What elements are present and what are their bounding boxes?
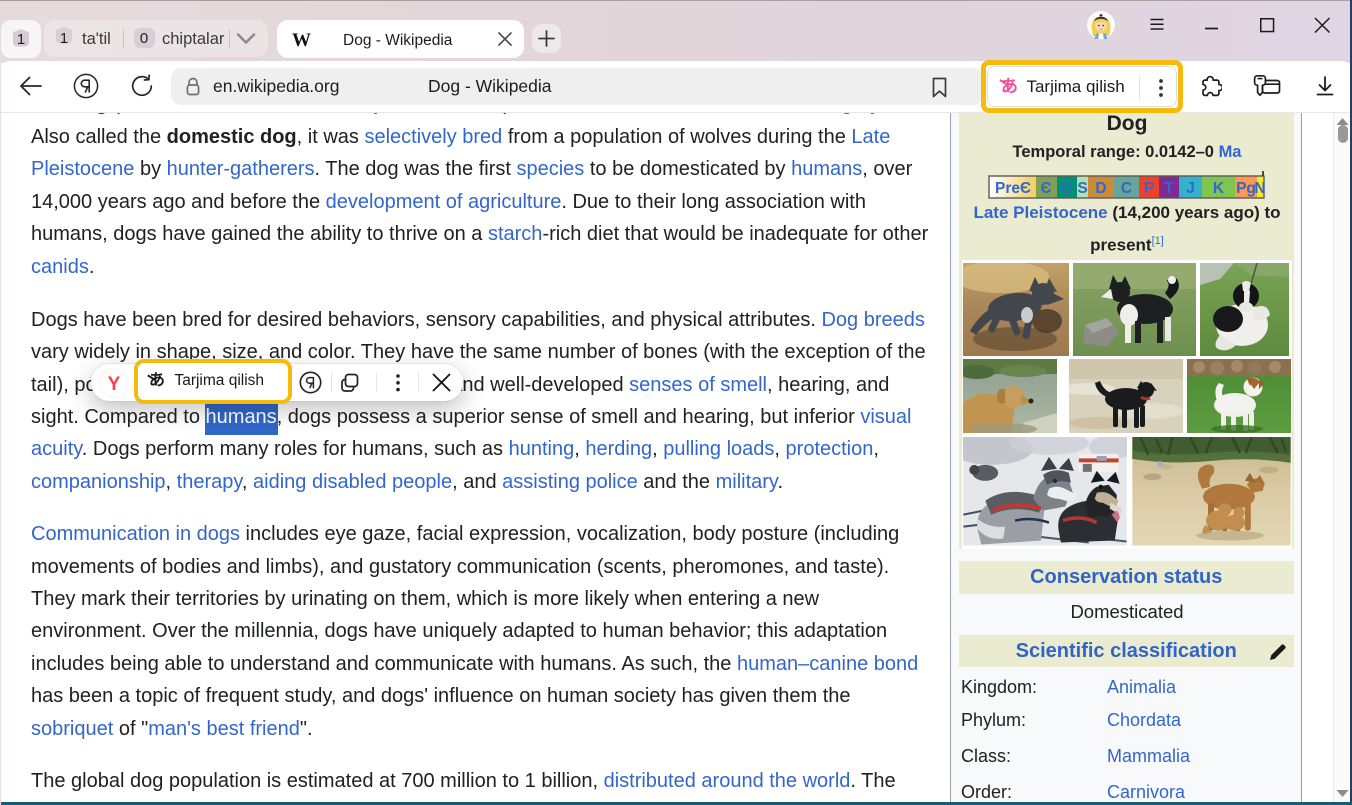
svg-text:1: 1 — [60, 30, 68, 47]
svg-text:K: K — [1213, 180, 1225, 197]
svg-text:Pg: Pg — [1236, 180, 1256, 197]
svg-text:S: S — [1077, 180, 1087, 197]
svg-text:J: J — [1186, 180, 1195, 197]
svg-text:Dog - Wikipedia: Dog - Wikipedia — [343, 32, 453, 49]
svg-text:O: O — [1061, 180, 1073, 197]
svg-text:1: 1 — [17, 31, 25, 48]
svg-text:T: T — [1164, 180, 1174, 197]
svg-text:C: C — [1121, 180, 1132, 197]
svg-text:W: W — [292, 30, 311, 51]
svg-text:D: D — [1095, 180, 1106, 197]
svg-text:Y: Y — [108, 374, 121, 395]
svg-text:0: 0 — [140, 30, 148, 47]
svg-text:N: N — [1254, 180, 1265, 197]
svg-text:P: P — [1144, 180, 1154, 197]
svg-text:ta'til: ta'til — [82, 30, 111, 48]
svg-text:chiptalar: chiptalar — [162, 30, 225, 48]
svg-text:PreЄ: PreЄ — [995, 180, 1031, 197]
svg-text:Є: Є — [1040, 180, 1051, 197]
